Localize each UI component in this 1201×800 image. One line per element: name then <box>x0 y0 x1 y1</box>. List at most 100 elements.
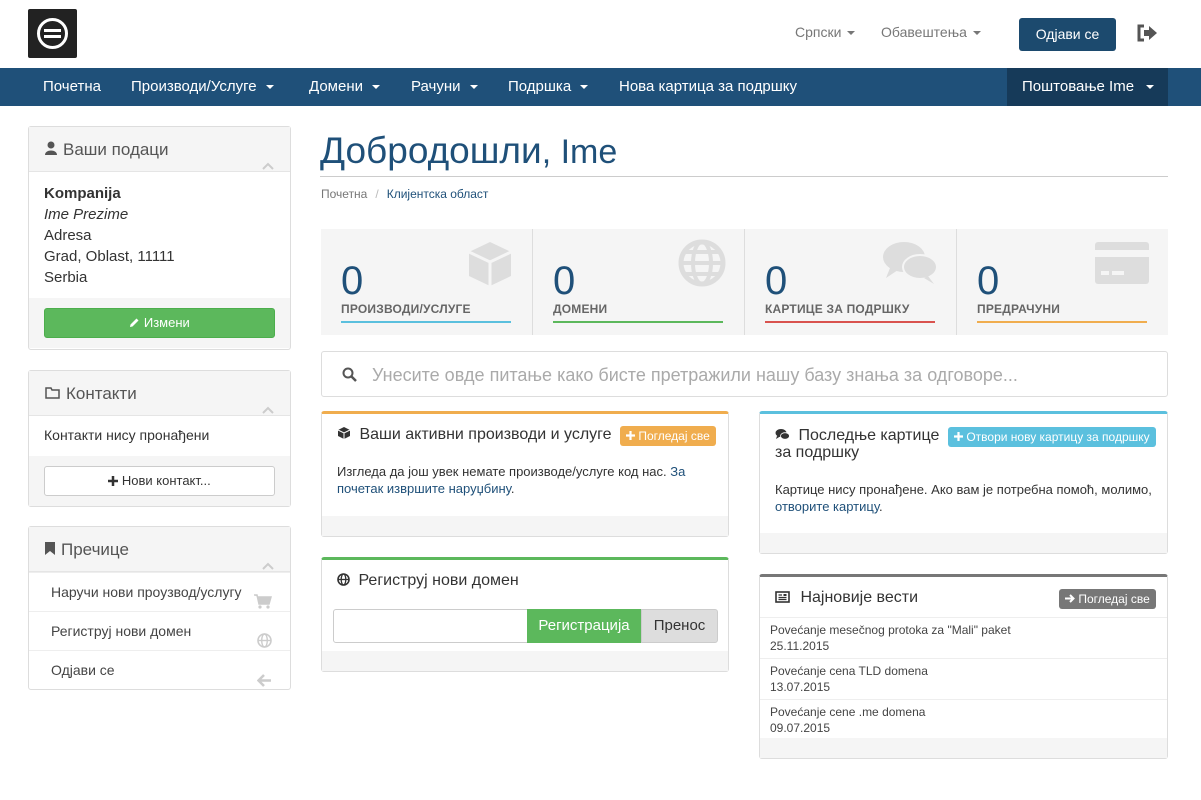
news-title: Povećanje mesečnog protoka za "Mali" pak… <box>770 623 1011 637</box>
shortcut-logout[interactable]: Одјави се <box>29 650 290 689</box>
nav-products[interactable]: Производи/Услуге <box>131 68 274 106</box>
tile-invoices[interactable]: 0 ПРЕДРАЧУНИ <box>956 229 1168 335</box>
tile-products[interactable]: 0 ПРОИЗВОДИ/УСЛУГЕ <box>321 229 533 335</box>
nav-billing[interactable]: Рачуни <box>411 68 478 106</box>
tile-label: ПРОИЗВОДИ/УСЛУГЕ <box>341 302 471 316</box>
tile-tickets[interactable]: 0 КАРТИЦЕ ЗА ПОДРШКУ <box>744 229 956 335</box>
city-line: Grad, Oblast, 11111 <box>44 248 175 265</box>
page-title: Добродошли, Ime <box>320 130 618 171</box>
arrow-left-icon <box>256 663 272 702</box>
sign-out-icon[interactable] <box>1136 24 1158 45</box>
plus-icon <box>108 476 119 486</box>
cube-icon <box>337 427 351 439</box>
arrow-right-icon <box>1065 594 1075 603</box>
latest-news-card: Најновије вести Погледај све Povećanje m… <box>759 574 1168 759</box>
card-footer <box>322 651 728 671</box>
register-domain-title: Региструј нови домен <box>337 572 519 590</box>
shortcuts-panel: Пречице Наручи нови проузвод/услугу Реги… <box>28 526 291 690</box>
card-footer <box>322 516 728 536</box>
nav-domains[interactable]: Домени <box>309 68 380 106</box>
tile-label: ДОМЕНИ <box>553 302 608 316</box>
active-products-text: Изгледа да још увек немате производе/усл… <box>337 464 686 496</box>
your-info-panel: Ваши подаци Kompanija Ime Prezime Adresa… <box>28 126 291 350</box>
tile-count: 0 <box>341 259 364 303</box>
logo-icon <box>37 18 68 49</box>
address-line: Adresa <box>44 227 92 244</box>
card-footer <box>760 738 1167 758</box>
globe-icon <box>337 573 350 586</box>
tile-label: КАРТИЦЕ ЗА ПОДРШКУ <box>765 302 910 316</box>
plus-icon <box>954 432 963 441</box>
client-name: Ime Prezime <box>44 206 129 223</box>
header: Српски Обавештења Одјави се <box>0 0 1201 68</box>
view-all-news-button[interactable]: Погледај све <box>1059 589 1156 609</box>
news-title: Povećanje cene .me domena <box>770 705 926 719</box>
shortcut-register-domain[interactable]: Региструј нови домен <box>29 611 290 650</box>
nav-support[interactable]: Подршка <box>508 68 589 106</box>
country-line: Serbia <box>44 269 88 286</box>
your-info-header[interactable]: Ваши подаци <box>29 127 290 172</box>
news-item[interactable]: Povećanje cene .me domena 09.07.2015 <box>760 699 1167 740</box>
knowledgebase-search-input[interactable]: Унесите овде питање како бисте претражил… <box>321 351 1168 397</box>
user-icon <box>45 127 57 172</box>
credit-card-icon <box>1094 241 1150 288</box>
your-info-title: Ваши подаци <box>63 140 169 159</box>
card-footer <box>760 533 1167 553</box>
recent-tickets-text: Картице нису пронађене. Ако вам је потре… <box>775 482 1152 514</box>
open-ticket-link[interactable]: отворите картицу <box>775 499 879 514</box>
comments-icon <box>882 241 938 288</box>
edit-info-button[interactable]: Измени <box>44 308 275 338</box>
search-placeholder: Унесите овде питање како бисте претражил… <box>372 365 1018 385</box>
recent-tickets-title: Последње картице за подршку <box>775 427 940 461</box>
language-dropdown[interactable]: Српски <box>795 24 856 40</box>
transfer-button[interactable]: Пренос <box>641 609 718 643</box>
new-contact-button[interactable]: Нови контакт... <box>44 466 275 496</box>
recent-tickets-card: Последње картице за подршку Отвори нову к… <box>759 411 1168 554</box>
account-dropdown[interactable]: Поштовање Ime <box>1007 68 1168 106</box>
stat-tiles: 0 ПРОИЗВОДИ/УСЛУГЕ 0 ДОМЕНИ 0 КАРТИЦЕ ЗА… <box>321 229 1168 335</box>
bookmark-icon <box>45 527 55 572</box>
notifications-dropdown[interactable]: Обавештења <box>881 24 981 40</box>
chevron-up-icon[interactable] <box>262 142 274 187</box>
chevron-up-icon[interactable] <box>262 386 274 431</box>
domain-input[interactable] <box>333 609 528 643</box>
page-title-name: , Ime <box>541 133 618 171</box>
news-title: Povećanje cena TLD domena <box>770 664 928 678</box>
contacts-empty-text: Контакти нису пронађени <box>44 427 210 443</box>
view-all-products-button[interactable]: Погледај све <box>620 426 716 446</box>
tile-bar <box>553 321 723 323</box>
logout-button[interactable]: Одјави се <box>1019 18 1116 51</box>
address-block: Kompanija Ime Prezime Adresa Grad, Oblas… <box>29 172 290 298</box>
shortcuts-header[interactable]: Пречице <box>29 527 290 572</box>
logo[interactable] <box>28 9 77 58</box>
shortcut-order-new[interactable]: Наручи нови проузвод/услугу <box>29 572 290 611</box>
breadcrumb-current: Клијентска област <box>386 187 489 201</box>
register-button[interactable]: Регистрација <box>527 609 641 643</box>
nav-new-ticket[interactable]: Нова картица за подршку <box>619 68 797 106</box>
news-date: 09.07.2015 <box>770 721 831 735</box>
company-name: Kompanija <box>44 185 121 202</box>
contacts-panel: Контакти Контакти нису пронађени Нови ко… <box>28 370 291 507</box>
newspaper-icon <box>775 591 790 603</box>
tile-label: ПРЕДРАЧУНИ <box>977 302 1061 316</box>
contacts-header[interactable]: Контакти <box>29 371 290 416</box>
plus-icon <box>626 431 635 440</box>
breadcrumb-home[interactable]: Почетна <box>321 187 367 201</box>
tile-domains[interactable]: 0 ДОМЕНИ <box>532 229 744 335</box>
active-products-card: Ваши активни производи и услуге Погледај… <box>321 411 729 537</box>
comments-icon <box>775 429 790 440</box>
tile-bar <box>977 321 1147 323</box>
tile-count: 0 <box>553 259 576 303</box>
news-item[interactable]: Povećanje cena TLD domena 13.07.2015 <box>760 658 1167 699</box>
cube-icon <box>465 239 515 292</box>
nav-home[interactable]: Почетна <box>43 68 101 106</box>
shortcuts-title: Пречице <box>61 540 129 559</box>
register-domain-card: Региструј нови домен Регистрација Пренос <box>321 557 729 672</box>
folder-icon <box>45 371 60 416</box>
latest-news-title: Најновије вести <box>775 589 918 607</box>
tile-count: 0 <box>977 259 1000 303</box>
active-products-title: Ваши активни производи и услуге <box>337 426 612 444</box>
news-item[interactable]: Povećanje mesečnog protoka za "Mali" pak… <box>760 617 1167 658</box>
open-ticket-button[interactable]: Отвори нову картицу за подршку <box>948 427 1156 447</box>
title-divider <box>320 176 1168 177</box>
